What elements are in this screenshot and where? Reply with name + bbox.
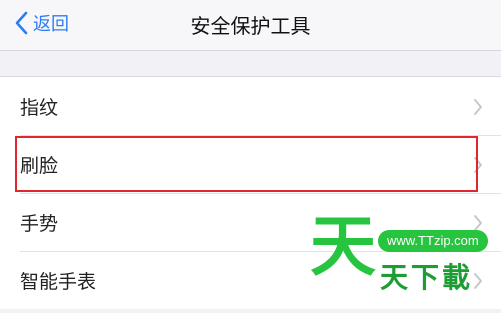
watermark-logo: 天 www.TTzip.com 天下載 [302,214,498,310]
watermark-name: 天下載 [380,261,474,294]
list-item-fingerprint[interactable]: 指纹 [0,77,501,135]
page-title: 安全保护工具 [190,14,311,38]
watermark-url: www.TTzip.com [378,230,488,252]
highlight-box [15,136,478,192]
list-item-label: 手势 [20,212,59,235]
watermark-big-char: 天 [310,208,376,285]
list-item-label: 智能手表 [20,270,97,293]
chevron-right-icon [474,99,482,115]
list-item-label: 指纹 [20,96,59,119]
navigation-bar: 返回 安全保护工具 [0,0,501,51]
